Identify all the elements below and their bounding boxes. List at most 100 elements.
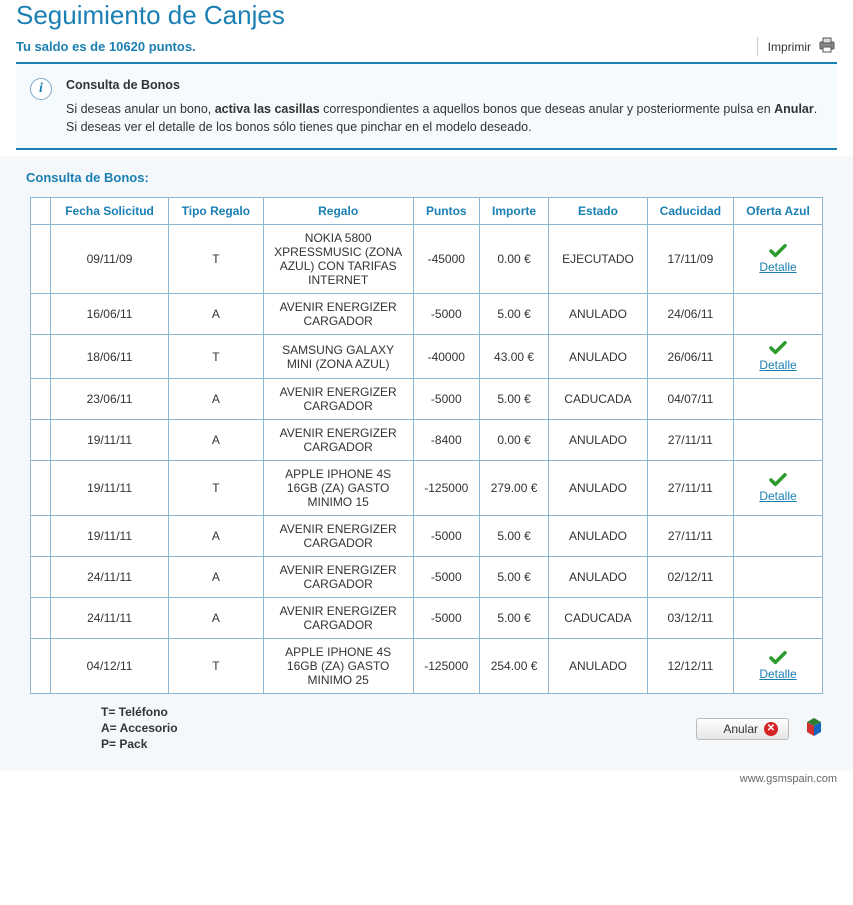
info-line1-a: Si deseas anular un bono,	[66, 102, 215, 116]
table-head: Fecha Solicitud Tipo Regalo Regalo Punto…	[31, 198, 823, 225]
cell-tipo: A	[169, 419, 264, 460]
cell-tipo: A	[169, 294, 264, 335]
cell-oferta	[734, 419, 823, 460]
cell-oferta	[734, 597, 823, 638]
cell-importe: 5.00 €	[479, 597, 548, 638]
cell-check	[31, 638, 51, 693]
cell-importe: 279.00 €	[479, 460, 548, 515]
cell-puntos: -45000	[413, 225, 479, 294]
cell-caducidad: 26/06/11	[647, 335, 733, 378]
anular-button[interactable]: Anular ✕	[696, 718, 789, 740]
info-icon: i	[30, 78, 52, 100]
table-row: 04/12/11TAPPLE IPHONE 4S 16GB (ZA) GASTO…	[31, 638, 823, 693]
table-row: 09/11/09TNOKIA 5800 XPRESSMUSIC (ZONA AZ…	[31, 225, 823, 294]
cell-importe: 0.00 €	[479, 225, 548, 294]
cell-tipo: T	[169, 460, 264, 515]
table-row: 19/11/11TAPPLE IPHONE 4S 16GB (ZA) GASTO…	[31, 460, 823, 515]
cell-puntos: -40000	[413, 335, 479, 378]
col-importe: Importe	[479, 198, 548, 225]
cell-regalo: APPLE IPHONE 4S 16GB (ZA) GASTO MINIMO 1…	[263, 460, 413, 515]
cell-fecha: 04/12/11	[51, 638, 169, 693]
cell-estado: ANULADO	[549, 294, 647, 335]
cell-puntos: -5000	[413, 294, 479, 335]
cell-fecha: 23/06/11	[51, 378, 169, 419]
info-line1-e: .	[814, 102, 817, 116]
cell-caducidad: 27/11/11	[647, 515, 733, 556]
table-header-row: Fecha Solicitud Tipo Regalo Regalo Punto…	[31, 198, 823, 225]
cell-puntos: -125000	[413, 460, 479, 515]
print-button[interactable]: Imprimir	[757, 37, 837, 56]
table-row: 23/06/11AAVENIR ENERGIZER CARGADOR-50005…	[31, 378, 823, 419]
cell-puntos: -5000	[413, 597, 479, 638]
cell-importe: 254.00 €	[479, 638, 548, 693]
cell-estado: CADUCADA	[549, 597, 647, 638]
close-icon: ✕	[764, 722, 778, 736]
saldo-suffix: puntos.	[145, 39, 196, 54]
col-regalo: Regalo	[263, 198, 413, 225]
cell-regalo: AVENIR ENERGIZER CARGADOR	[263, 419, 413, 460]
table-row: 19/11/11AAVENIR ENERGIZER CARGADOR-84000…	[31, 419, 823, 460]
bonos-table: Fecha Solicitud Tipo Regalo Regalo Punto…	[30, 197, 823, 693]
cell-tipo: A	[169, 556, 264, 597]
info-line1-c: correspondientes a aquellos bonos que de…	[320, 102, 774, 116]
cell-tipo: T	[169, 225, 264, 294]
cell-tipo: A	[169, 515, 264, 556]
cell-caducidad: 24/06/11	[647, 294, 733, 335]
cell-regalo: AVENIR ENERGIZER CARGADOR	[263, 597, 413, 638]
cell-puntos: -8400	[413, 419, 479, 460]
cell-check	[31, 556, 51, 597]
cell-fecha: 18/06/11	[51, 335, 169, 378]
cell-tipo: A	[169, 597, 264, 638]
detalle-link[interactable]: Detalle	[740, 359, 816, 372]
cell-caducidad: 27/11/11	[647, 460, 733, 515]
checkmark-icon	[769, 476, 787, 490]
cell-oferta: Detalle	[734, 460, 823, 515]
cell-tipo: T	[169, 335, 264, 378]
cell-check	[31, 419, 51, 460]
table-row: 24/11/11AAVENIR ENERGIZER CARGADOR-50005…	[31, 597, 823, 638]
cube-icon	[801, 714, 827, 743]
table-row: 24/11/11AAVENIR ENERGIZER CARGADOR-50005…	[31, 556, 823, 597]
cell-estado: ANULADO	[549, 419, 647, 460]
cell-puntos: -5000	[413, 556, 479, 597]
detalle-link[interactable]: Detalle	[740, 261, 816, 274]
cell-caducidad: 12/12/11	[647, 638, 733, 693]
detalle-link[interactable]: Detalle	[740, 490, 816, 503]
table-row: 18/06/11TSAMSUNG GALAXY MINI (ZONA AZUL)…	[31, 335, 823, 378]
checkmark-icon	[769, 344, 787, 358]
cell-estado: ANULADO	[549, 556, 647, 597]
saldo-line: Tu saldo es de 10620 puntos.	[16, 39, 196, 54]
cell-caducidad: 02/12/11	[647, 556, 733, 597]
cell-importe: 5.00 €	[479, 515, 548, 556]
cell-puntos: -5000	[413, 515, 479, 556]
cell-oferta: Detalle	[734, 225, 823, 294]
table-body: 09/11/09TNOKIA 5800 XPRESSMUSIC (ZONA AZ…	[31, 225, 823, 693]
page-title: Seguimiento de Canjes	[0, 0, 853, 35]
cell-oferta: Detalle	[734, 638, 823, 693]
cell-estado: ANULADO	[549, 515, 647, 556]
col-estado: Estado	[549, 198, 647, 225]
cell-fecha: 19/11/11	[51, 515, 169, 556]
detalle-link[interactable]: Detalle	[740, 668, 816, 681]
saldo-value: 10620	[109, 39, 145, 54]
cell-check	[31, 515, 51, 556]
info-box: i Consulta de Bonos Si deseas anular un …	[16, 62, 837, 150]
cell-importe: 5.00 €	[479, 294, 548, 335]
info-title: Consulta de Bonos	[66, 76, 817, 94]
cell-fecha: 24/11/11	[51, 597, 169, 638]
col-fecha: Fecha Solicitud	[51, 198, 169, 225]
cell-check	[31, 597, 51, 638]
cell-oferta	[734, 378, 823, 419]
cell-regalo: SAMSUNG GALAXY MINI (ZONA AZUL)	[263, 335, 413, 378]
info-text: Consulta de Bonos Si deseas anular un bo…	[66, 76, 817, 136]
saldo-prefix: Tu saldo es de	[16, 39, 109, 54]
cell-check	[31, 378, 51, 419]
cell-estado: EJECUTADO	[549, 225, 647, 294]
cell-caducidad: 03/12/11	[647, 597, 733, 638]
cell-tipo: A	[169, 378, 264, 419]
print-label: Imprimir	[768, 40, 811, 54]
printer-icon	[817, 37, 837, 56]
col-caducidad: Caducidad	[647, 198, 733, 225]
cell-fecha: 19/11/11	[51, 419, 169, 460]
col-tipo: Tipo Regalo	[169, 198, 264, 225]
